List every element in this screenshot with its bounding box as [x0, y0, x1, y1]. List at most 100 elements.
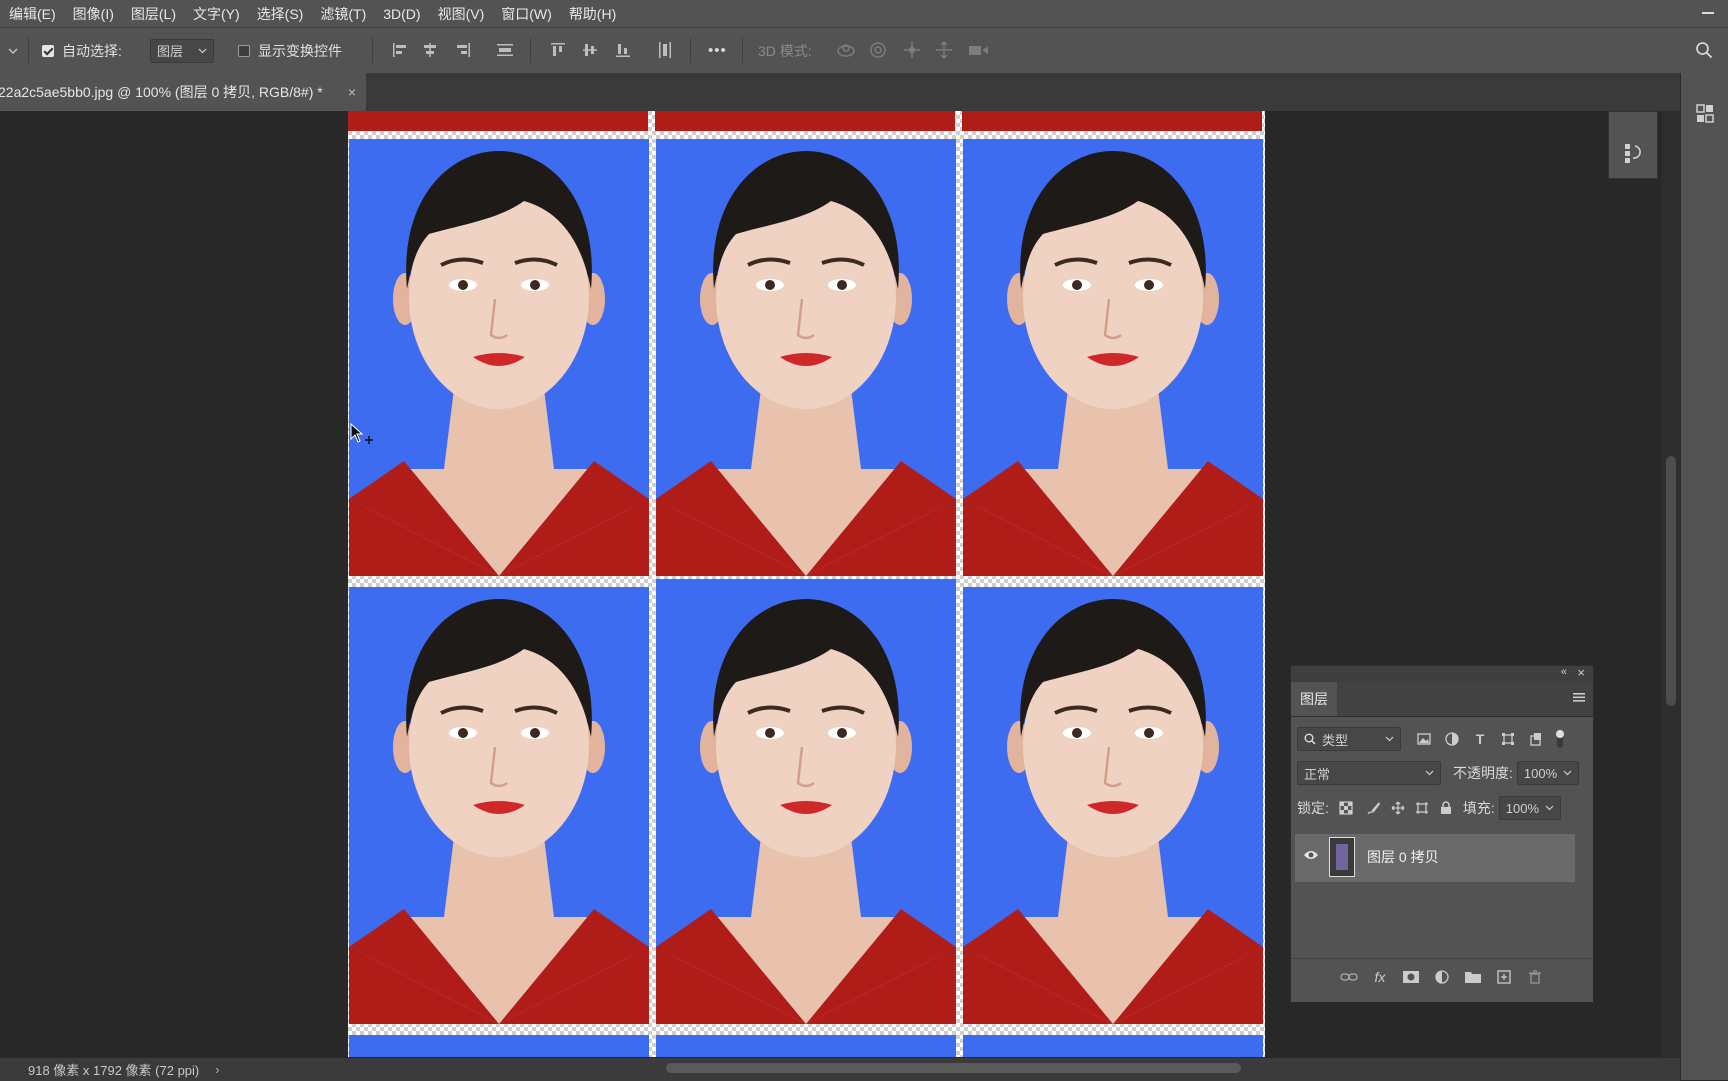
search-icon: [1304, 733, 1316, 745]
filter-type-icon[interactable]: T: [1469, 728, 1491, 750]
menu-layer[interactable]: 图层(L): [122, 4, 184, 24]
chevron-down-icon: [198, 48, 207, 53]
menu-image[interactable]: 图像(I): [64, 4, 122, 24]
filter-toggle-switch[interactable]: [1549, 728, 1571, 750]
opacity-field[interactable]: 100%: [1516, 761, 1579, 785]
portrait-illustration: [349, 139, 649, 576]
menu-select[interactable]: 选择(S): [248, 4, 312, 24]
eye-icon[interactable]: [1303, 849, 1319, 864]
move-cursor-icon: [350, 423, 373, 444]
3d-camera-icon[interactable]: [968, 40, 988, 60]
close-icon[interactable]: ×: [348, 84, 356, 100]
filter-smart-object-icon[interactable]: [1525, 728, 1547, 750]
adjustment-layer-icon[interactable]: [1431, 966, 1453, 988]
align-center-h-icon[interactable]: [420, 40, 440, 60]
layer-name[interactable]: 图层 0 拷贝: [1367, 847, 1439, 867]
collapsed-panel: [1608, 111, 1658, 179]
id-photo-5: [656, 579, 956, 1024]
history-icon[interactable]: [1623, 142, 1643, 167]
options-bar: 自动选择: 图层 显示变换控件 ••• 3D 模式:: [0, 27, 1728, 74]
photo-partial-bottom-3: [963, 1035, 1263, 1057]
menu-filter[interactable]: 滤镜(T): [311, 4, 374, 24]
photo-partial-bottom-2: [656, 1035, 956, 1057]
document-tab[interactable]: 22a2c5ae5bb0.jpg @ 100% (图层 0 拷贝, RGB/8#…: [0, 73, 366, 111]
layer-row[interactable]: 图层 0 拷贝: [1295, 834, 1575, 882]
tool-preset-dropdown[interactable]: [8, 28, 18, 73]
auto-select-target-dropdown[interactable]: 图层: [150, 38, 214, 63]
3d-slide-icon[interactable]: [934, 40, 954, 60]
fill-value: 100%: [1505, 800, 1540, 816]
document-dimensions: 918 像素 x 1792 像素 (72 ppi): [28, 1063, 200, 1078]
search-icon[interactable]: [1694, 40, 1714, 60]
lock-position-icon[interactable]: [1387, 797, 1409, 819]
new-layer-icon[interactable]: [1493, 966, 1515, 988]
trash-icon[interactable]: [1524, 966, 1546, 988]
lock-artboard-icon[interactable]: [1411, 797, 1433, 819]
close-icon[interactable]: ×: [1577, 665, 1585, 680]
id-photo-3: [963, 139, 1263, 576]
chevron-down-icon: [1545, 805, 1554, 811]
lock-all-icon[interactable]: [1435, 797, 1457, 819]
photo-sheet: [348, 111, 1265, 1057]
menu-view[interactable]: 视图(V): [429, 4, 493, 24]
collapse-icon[interactable]: «: [1561, 666, 1567, 678]
align-right-icon[interactable]: [453, 40, 473, 60]
lock-transparent-pixels-icon[interactable]: [1335, 797, 1357, 819]
filter-shape-icon[interactable]: [1497, 728, 1519, 750]
3d-roll-icon[interactable]: [868, 40, 888, 60]
blend-mode-dropdown[interactable]: 正常: [1297, 761, 1441, 785]
libraries-icon[interactable]: [1695, 103, 1715, 130]
photo-partial-top-3: [962, 111, 1262, 131]
status-menu-arrow[interactable]: ›: [215, 1062, 219, 1077]
menu-bar: 编辑(E) 图像(I) 图层(L) 文字(Y) 选择(S) 滤镜(T) 3D(D…: [0, 0, 1728, 27]
blend-mode-value: 正常: [1304, 766, 1331, 782]
filter-adjustment-icon[interactable]: [1441, 728, 1463, 750]
canvas-vertical-scrollbar[interactable]: [1662, 111, 1680, 1057]
3d-orbit-icon[interactable]: [836, 40, 856, 60]
align-left-icon[interactable]: [390, 40, 410, 60]
photo-partial-bottom-1: [349, 1035, 649, 1057]
3d-mode-label: 3D 模式:: [758, 42, 812, 59]
add-mask-icon[interactable]: [1400, 966, 1422, 988]
distribute-horizontal-icon[interactable]: [655, 40, 675, 60]
portrait-illustration: [963, 587, 1263, 1024]
menu-3d[interactable]: 3D(D): [374, 6, 428, 22]
layer-style-fx-icon[interactable]: fx: [1369, 966, 1391, 988]
link-layers-icon[interactable]: [1338, 966, 1360, 988]
scrollbar-thumb[interactable]: [666, 1063, 1241, 1073]
filter-pixel-icon[interactable]: [1413, 728, 1435, 750]
menu-type[interactable]: 文字(Y): [184, 4, 248, 24]
align-middle-v-icon[interactable]: [580, 40, 600, 60]
auto-select-target-value: 图层: [157, 44, 184, 59]
layer-filter-dropdown[interactable]: 类型: [1297, 727, 1401, 751]
layer-filter-value: 类型: [1322, 732, 1349, 748]
photo-partial-top-2: [655, 111, 955, 131]
layer-thumbnail: [1329, 837, 1355, 877]
panel-menu-icon[interactable]: [1573, 691, 1585, 706]
fill-field[interactable]: 100%: [1498, 796, 1561, 820]
canvas-horizontal-scrollbar[interactable]: [256, 1060, 1636, 1076]
3d-pan-icon[interactable]: [902, 40, 922, 60]
tab-layers[interactable]: 图层: [1291, 682, 1337, 716]
portrait-illustration: [349, 587, 649, 1024]
new-group-folder-icon[interactable]: [1462, 966, 1484, 988]
id-photo-1: [349, 139, 649, 576]
menu-help[interactable]: 帮助(H): [560, 4, 624, 24]
auto-select-checkbox[interactable]: [42, 44, 54, 57]
align-bottom-icon[interactable]: [613, 40, 633, 60]
fill-label: 填充:: [1462, 800, 1495, 816]
chevron-down-icon: [1385, 736, 1394, 742]
minimize-icon[interactable]: [1702, 12, 1714, 14]
align-top-icon[interactable]: [548, 40, 568, 60]
scrollbar-thumb[interactable]: [1666, 456, 1676, 706]
more-options-button[interactable]: •••: [708, 28, 727, 73]
show-transform-checkbox[interactable]: [238, 44, 250, 57]
menu-edit[interactable]: 编辑(E): [0, 4, 64, 24]
id-photo-6: [963, 587, 1263, 1024]
chevron-down-icon: [1425, 770, 1434, 776]
id-photo-2: [656, 139, 956, 576]
right-dock: [1680, 73, 1728, 1080]
lock-image-pixels-icon[interactable]: [1363, 797, 1385, 819]
distribute-vertical-icon[interactable]: [495, 40, 515, 60]
menu-window[interactable]: 窗口(W): [492, 4, 560, 24]
